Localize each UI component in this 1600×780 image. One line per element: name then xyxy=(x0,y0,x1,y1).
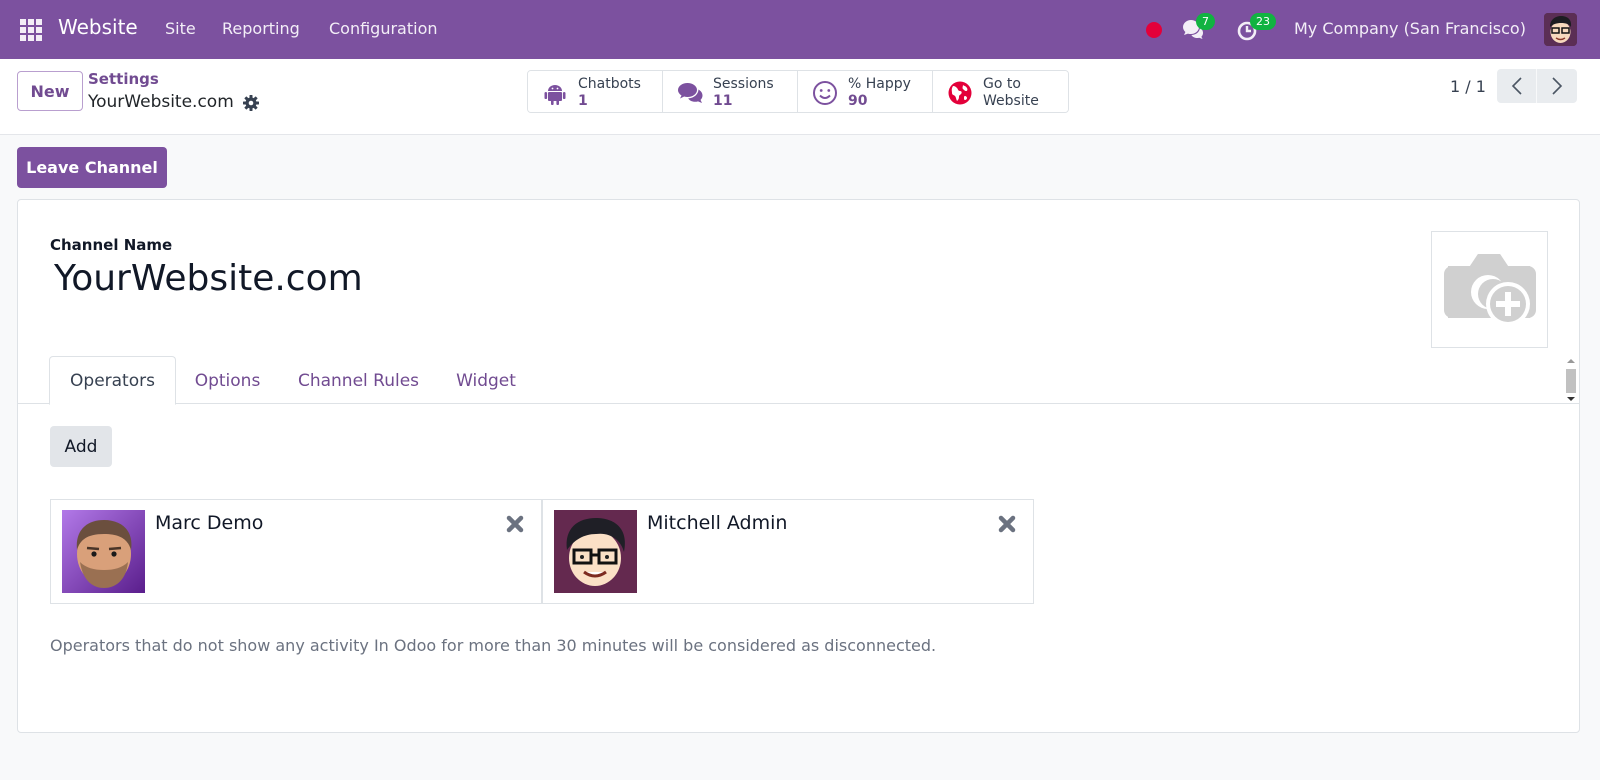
tab-operators[interactable]: Operators xyxy=(49,356,176,405)
operators-help-text: Operators that do not show any activity … xyxy=(50,636,937,655)
user-avatar[interactable] xyxy=(1544,13,1577,46)
happy-smart-button[interactable]: % Happy 90 xyxy=(798,71,933,112)
scroll-down-icon[interactable] xyxy=(1567,397,1575,401)
pager-next-button[interactable] xyxy=(1537,69,1577,103)
website-label: Website xyxy=(983,92,1039,109)
pager-value[interactable]: 1 / 1 xyxy=(1450,77,1486,96)
scroll-up-icon[interactable] xyxy=(1567,359,1575,363)
operator-card[interactable]: Mitchell Admin xyxy=(542,499,1034,604)
sessions-smart-button[interactable]: Sessions 11 xyxy=(663,71,798,112)
comments-icon xyxy=(678,82,703,103)
gear-icon[interactable] xyxy=(242,94,260,112)
chatbots-label: Chatbots xyxy=(578,75,641,92)
operator-name: Marc Demo xyxy=(155,512,264,534)
camera-add-icon xyxy=(1443,253,1536,326)
operator-avatar xyxy=(62,510,145,593)
control-panel: New Settings YourWebsite.com Chatbots 1 … xyxy=(0,59,1600,135)
form-tabs: Operators Options Channel Rules Widget xyxy=(18,356,1579,405)
activities-count-badge: 23 xyxy=(1250,13,1276,30)
add-operator-button[interactable]: Add xyxy=(50,426,112,467)
scroll-thumb[interactable] xyxy=(1566,369,1576,393)
menu-configuration[interactable]: Configuration xyxy=(329,19,438,38)
apps-menu-icon[interactable] xyxy=(20,19,42,41)
remove-operator-button[interactable] xyxy=(505,514,525,534)
close-icon xyxy=(506,515,524,533)
pager-buttons xyxy=(1497,69,1577,103)
chatbots-smart-button[interactable]: Chatbots 1 xyxy=(528,71,663,112)
happy-percentage: 90 xyxy=(848,92,868,109)
recording-indicator-icon[interactable] xyxy=(1146,22,1162,38)
smart-buttons: Chatbots 1 Sessions 11 % Happy 90 Go to … xyxy=(527,70,1069,113)
operator-avatar xyxy=(554,510,637,593)
new-button[interactable]: New xyxy=(17,71,83,111)
messages-count-badge: 7 xyxy=(1196,13,1215,30)
operator-card[interactable]: Marc Demo xyxy=(50,499,542,604)
operator-name: Mitchell Admin xyxy=(647,512,788,534)
channel-image-upload[interactable] xyxy=(1431,231,1548,348)
chevron-left-icon xyxy=(1511,77,1522,95)
globe-icon xyxy=(948,81,972,104)
happy-label: % Happy xyxy=(848,75,911,92)
close-icon xyxy=(998,515,1016,533)
user-avatar-image xyxy=(1544,13,1577,46)
android-icon xyxy=(544,84,566,105)
go-to-website-smart-button[interactable]: Go to Website xyxy=(933,71,1068,112)
breadcrumb-settings[interactable]: Settings xyxy=(88,70,159,88)
tabs-scrollbar[interactable] xyxy=(1564,357,1578,404)
company-switcher[interactable]: My Company (San Francisco) xyxy=(1294,19,1526,38)
leave-channel-button[interactable]: Leave Channel xyxy=(17,147,167,188)
messages-button[interactable]: 7 xyxy=(1180,13,1215,43)
chatbots-count: 1 xyxy=(578,92,588,109)
app-name[interactable]: Website xyxy=(58,15,138,39)
menu-reporting[interactable]: Reporting xyxy=(222,19,300,38)
activities-button[interactable]: 23 xyxy=(1236,13,1276,43)
breadcrumb-current: YourWebsite.com xyxy=(88,92,234,112)
sessions-label: Sessions xyxy=(713,75,774,92)
pager-previous-button[interactable] xyxy=(1497,69,1537,103)
chevron-right-icon xyxy=(1552,77,1563,95)
form-sheet: Channel Name YourWebsite.com Operators O… xyxy=(17,199,1580,733)
tab-channel-rules[interactable]: Channel Rules xyxy=(286,356,431,405)
go-to-label: Go to xyxy=(983,75,1021,92)
channel-name-input[interactable]: YourWebsite.com xyxy=(54,258,1354,308)
remove-operator-button[interactable] xyxy=(997,514,1017,534)
smile-icon xyxy=(813,80,837,105)
sessions-count: 11 xyxy=(713,92,733,109)
tab-options[interactable]: Options xyxy=(180,356,275,405)
menu-site[interactable]: Site xyxy=(165,19,196,38)
channel-name-label: Channel Name xyxy=(50,236,173,254)
tab-widget[interactable]: Widget xyxy=(441,356,531,405)
top-navbar: Website Site Reporting Configuration 7 2… xyxy=(0,0,1600,59)
